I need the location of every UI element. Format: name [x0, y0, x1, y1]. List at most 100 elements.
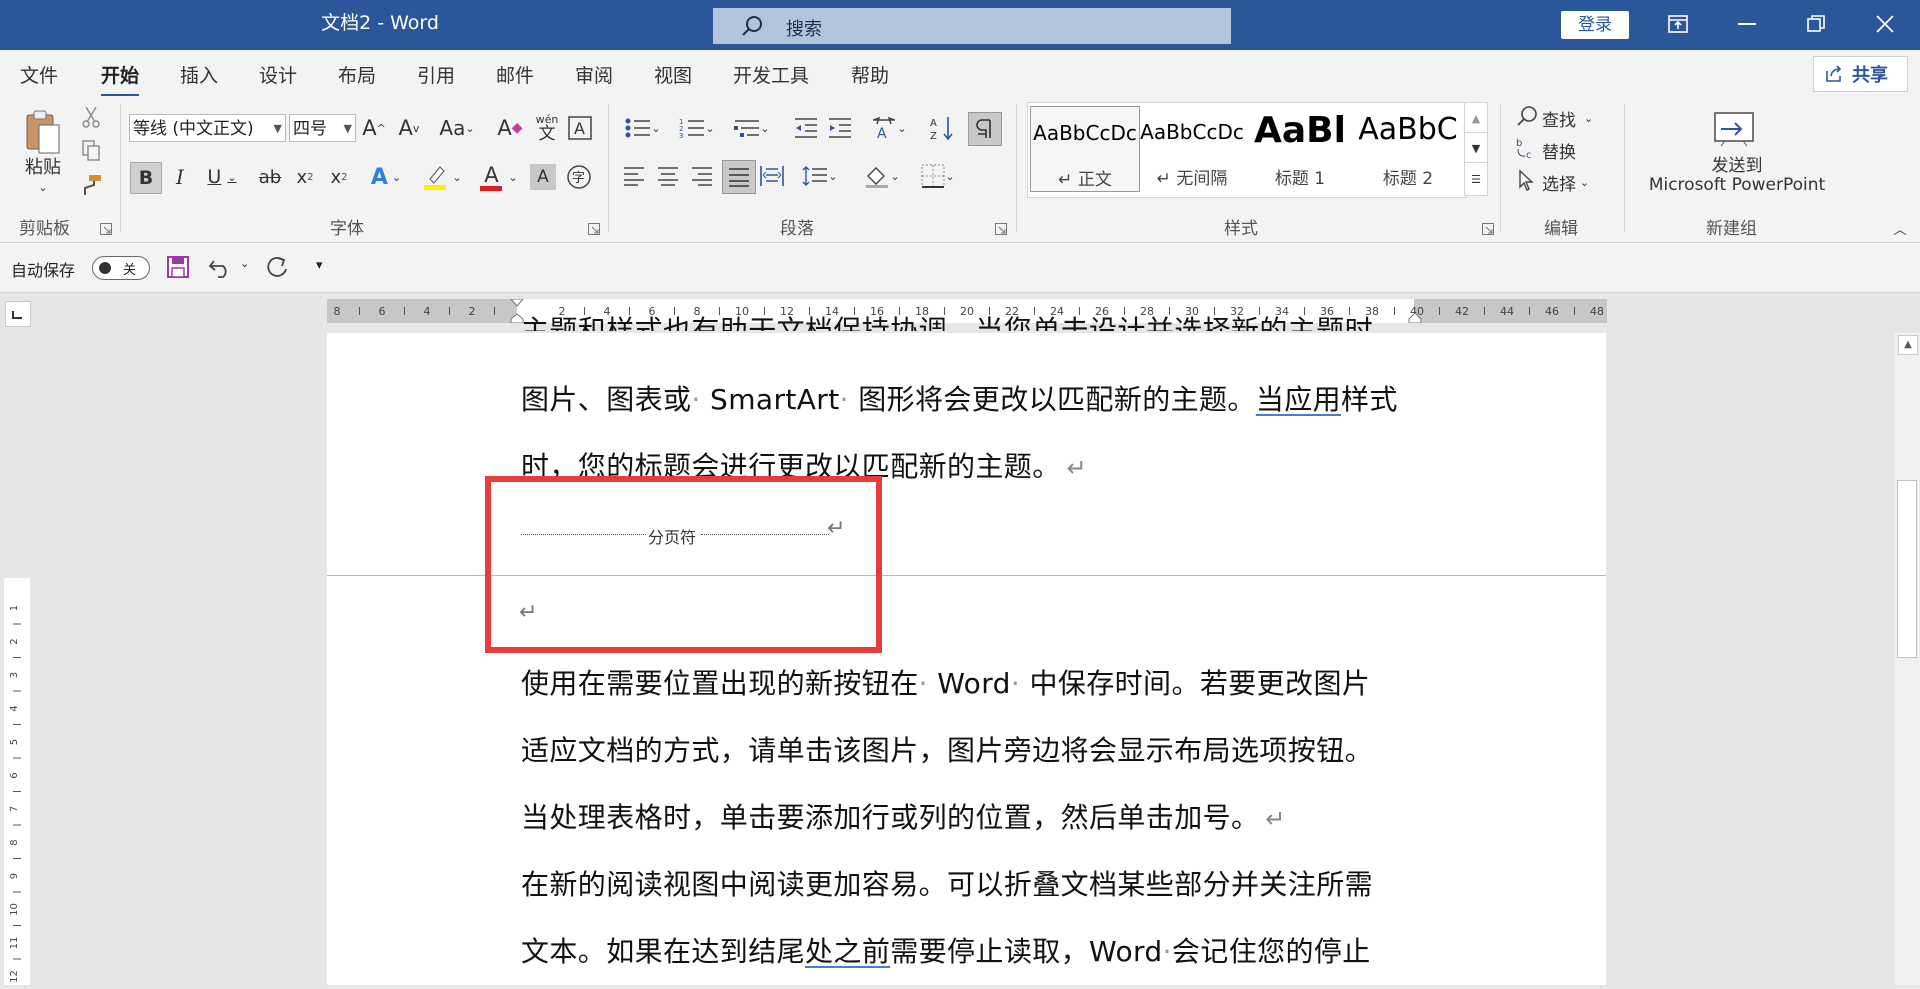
search-box[interactable]: 搜索 [713, 8, 1231, 44]
font-family-select[interactable]: 等线 (中文正文) ▼ [129, 114, 286, 142]
styles-scroll-up-icon[interactable]: ▲ [1464, 102, 1488, 134]
collapse-ribbon-icon[interactable]: ︿ [1890, 220, 1910, 238]
tab-insert[interactable]: 插入 [180, 61, 218, 88]
redo-icon[interactable] [264, 255, 290, 285]
tab-layout[interactable]: 布局 [338, 61, 376, 88]
align-left-icon[interactable] [620, 162, 648, 190]
select-button[interactable]: 选择 ⌄ [1516, 168, 1606, 196]
phonetic-guide-icon[interactable]: wén 文 [532, 110, 562, 144]
italic-button[interactable]: I [167, 162, 193, 192]
search-placeholder: 搜索 [786, 19, 822, 40]
shading-icon[interactable]: ⌄ [858, 162, 906, 190]
tab-home[interactable]: 开始 [101, 61, 140, 97]
numbering-icon[interactable]: 1 2 3 ⌄ [674, 114, 720, 142]
style-normal[interactable]: AaBbCcDc ↵ 正文 [1030, 106, 1140, 192]
vertical-ruler[interactable]: 1 2 3 4 5 6 7 8 9 10 11 12 [4, 578, 30, 985]
styles-more-icon[interactable]: ☰ [1464, 162, 1488, 196]
scroll-up-icon[interactable]: ▲ [1898, 335, 1918, 355]
share-label: 共享 [1852, 65, 1888, 86]
tab-references[interactable]: 引用 [417, 61, 455, 88]
ribbon-display-options-icon[interactable] [1648, 0, 1708, 48]
cut-icon[interactable] [78, 104, 104, 130]
restore-icon[interactable] [1786, 0, 1846, 48]
bold-button[interactable]: B [130, 162, 162, 194]
superscript-button[interactable]: x2 [325, 162, 353, 192]
subscript-button[interactable]: x2 [291, 162, 319, 192]
font-group-label: 字体 [330, 219, 364, 239]
send-to-label-2[interactable]: Microsoft PowerPoint [1632, 174, 1842, 196]
font-launcher-icon[interactable] [588, 220, 600, 235]
styles-launcher-icon[interactable] [1482, 220, 1494, 235]
save-icon[interactable] [166, 255, 190, 283]
find-button[interactable]: 查找 ⌄ [1516, 104, 1606, 132]
shrink-font-icon[interactable]: Av [396, 114, 422, 142]
align-right-icon[interactable] [688, 162, 716, 190]
paragraph-launcher-icon[interactable] [995, 220, 1007, 235]
vertical-scrollbar[interactable]: ▲ [1894, 333, 1920, 985]
align-center-icon[interactable] [654, 162, 682, 190]
style-heading-2[interactable]: AaBbC 标题 2 [1354, 106, 1462, 190]
style-heading-1[interactable]: AaBl 标题 1 [1246, 106, 1354, 190]
character-border-icon[interactable]: A [566, 114, 594, 142]
text-effects-icon[interactable]: A ⌄ [364, 162, 408, 192]
tab-mailings[interactable]: 邮件 [496, 61, 534, 88]
tab-help[interactable]: 帮助 [851, 61, 889, 88]
grammar-underline: 处之前 [805, 935, 891, 968]
bullets-icon[interactable]: ⌄ [620, 114, 666, 142]
ruler-number: 7 [9, 806, 20, 812]
clear-formatting-icon[interactable]: A ◆ [495, 114, 525, 142]
font-size-select[interactable]: 四号 ▼ [289, 114, 356, 142]
tab-developer[interactable]: 开发工具 [733, 61, 809, 88]
customize-qat-icon[interactable]: ▾ [316, 258, 323, 273]
newgroup-label: 新建组 [1706, 219, 1757, 239]
asian-layout-icon[interactable]: A ⌄ [866, 114, 912, 142]
distributed-icon[interactable] [758, 162, 786, 190]
strikethrough-button[interactable]: ab [255, 162, 285, 192]
format-painter-icon[interactable] [78, 172, 104, 198]
scrollbar-thumb[interactable] [1897, 480, 1917, 658]
character-shading-icon[interactable]: A [530, 164, 556, 190]
clipboard-launcher-icon[interactable] [100, 220, 112, 235]
autosave-toggle[interactable]: 关 [92, 256, 150, 280]
ruler-number: 11 [9, 937, 20, 950]
find-icon [1516, 105, 1538, 132]
ruler-number: 48 [1590, 305, 1604, 318]
undo-dropdown-icon[interactable]: ⌄ [240, 257, 249, 270]
line-spacing-icon[interactable]: ⌄ [796, 162, 844, 190]
send-to-powerpoint-icon[interactable] [1712, 110, 1756, 148]
undo-icon[interactable] [208, 255, 234, 283]
change-case-icon[interactable]: Aa ⌄ [435, 114, 479, 142]
title-bar: 文档2 - Word 搜索 登录 [0, 0, 1920, 50]
login-button[interactable]: 登录 [1561, 11, 1629, 39]
tab-file[interactable]: 文件 [20, 61, 58, 88]
minimize-icon[interactable] [1717, 0, 1777, 48]
highlight-color-icon[interactable]: ⌄ [418, 162, 466, 192]
show-formatting-marks-icon[interactable] [968, 112, 1002, 146]
font-color-icon[interactable]: A ⌄ [474, 162, 522, 192]
justify-icon[interactable] [722, 160, 756, 194]
send-to-label-1[interactable]: 发送到 [1632, 152, 1842, 176]
close-icon[interactable] [1855, 0, 1915, 48]
multilevel-list-icon[interactable]: ⌄ [729, 114, 775, 142]
chevron-down-icon: ▼ [273, 122, 282, 135]
grow-font-icon[interactable]: A ^ [361, 114, 387, 142]
underline-button[interactable]: U ⌄ [200, 162, 244, 192]
share-button[interactable]: 共享 [1813, 56, 1908, 92]
borders-icon[interactable]: ⌄ [914, 162, 962, 190]
copy-icon[interactable] [78, 138, 104, 164]
svg-text:c: c [1526, 150, 1532, 159]
styles-scroll-down-icon[interactable]: ▼ [1464, 132, 1488, 164]
sort-icon[interactable]: AZ [928, 114, 958, 142]
paste-dropdown-icon[interactable]: ⌄ [36, 180, 50, 194]
paste-label[interactable]: 粘贴 [18, 154, 68, 178]
tab-review[interactable]: 审阅 [575, 61, 613, 88]
tab-design[interactable]: 设计 [259, 61, 297, 88]
tab-view[interactable]: 视图 [654, 61, 692, 88]
enclose-characters-icon[interactable]: 字 [564, 162, 594, 192]
style-no-spacing[interactable]: AaBbCcDc ↵ 无间隔 [1138, 106, 1246, 190]
tab-selector-icon[interactable] [5, 301, 31, 327]
increase-indent-icon[interactable] [826, 114, 854, 142]
replace-button[interactable]: bc 替换 [1516, 136, 1606, 164]
decrease-indent-icon[interactable] [792, 114, 820, 142]
ruler-number: 4 [424, 305, 431, 318]
